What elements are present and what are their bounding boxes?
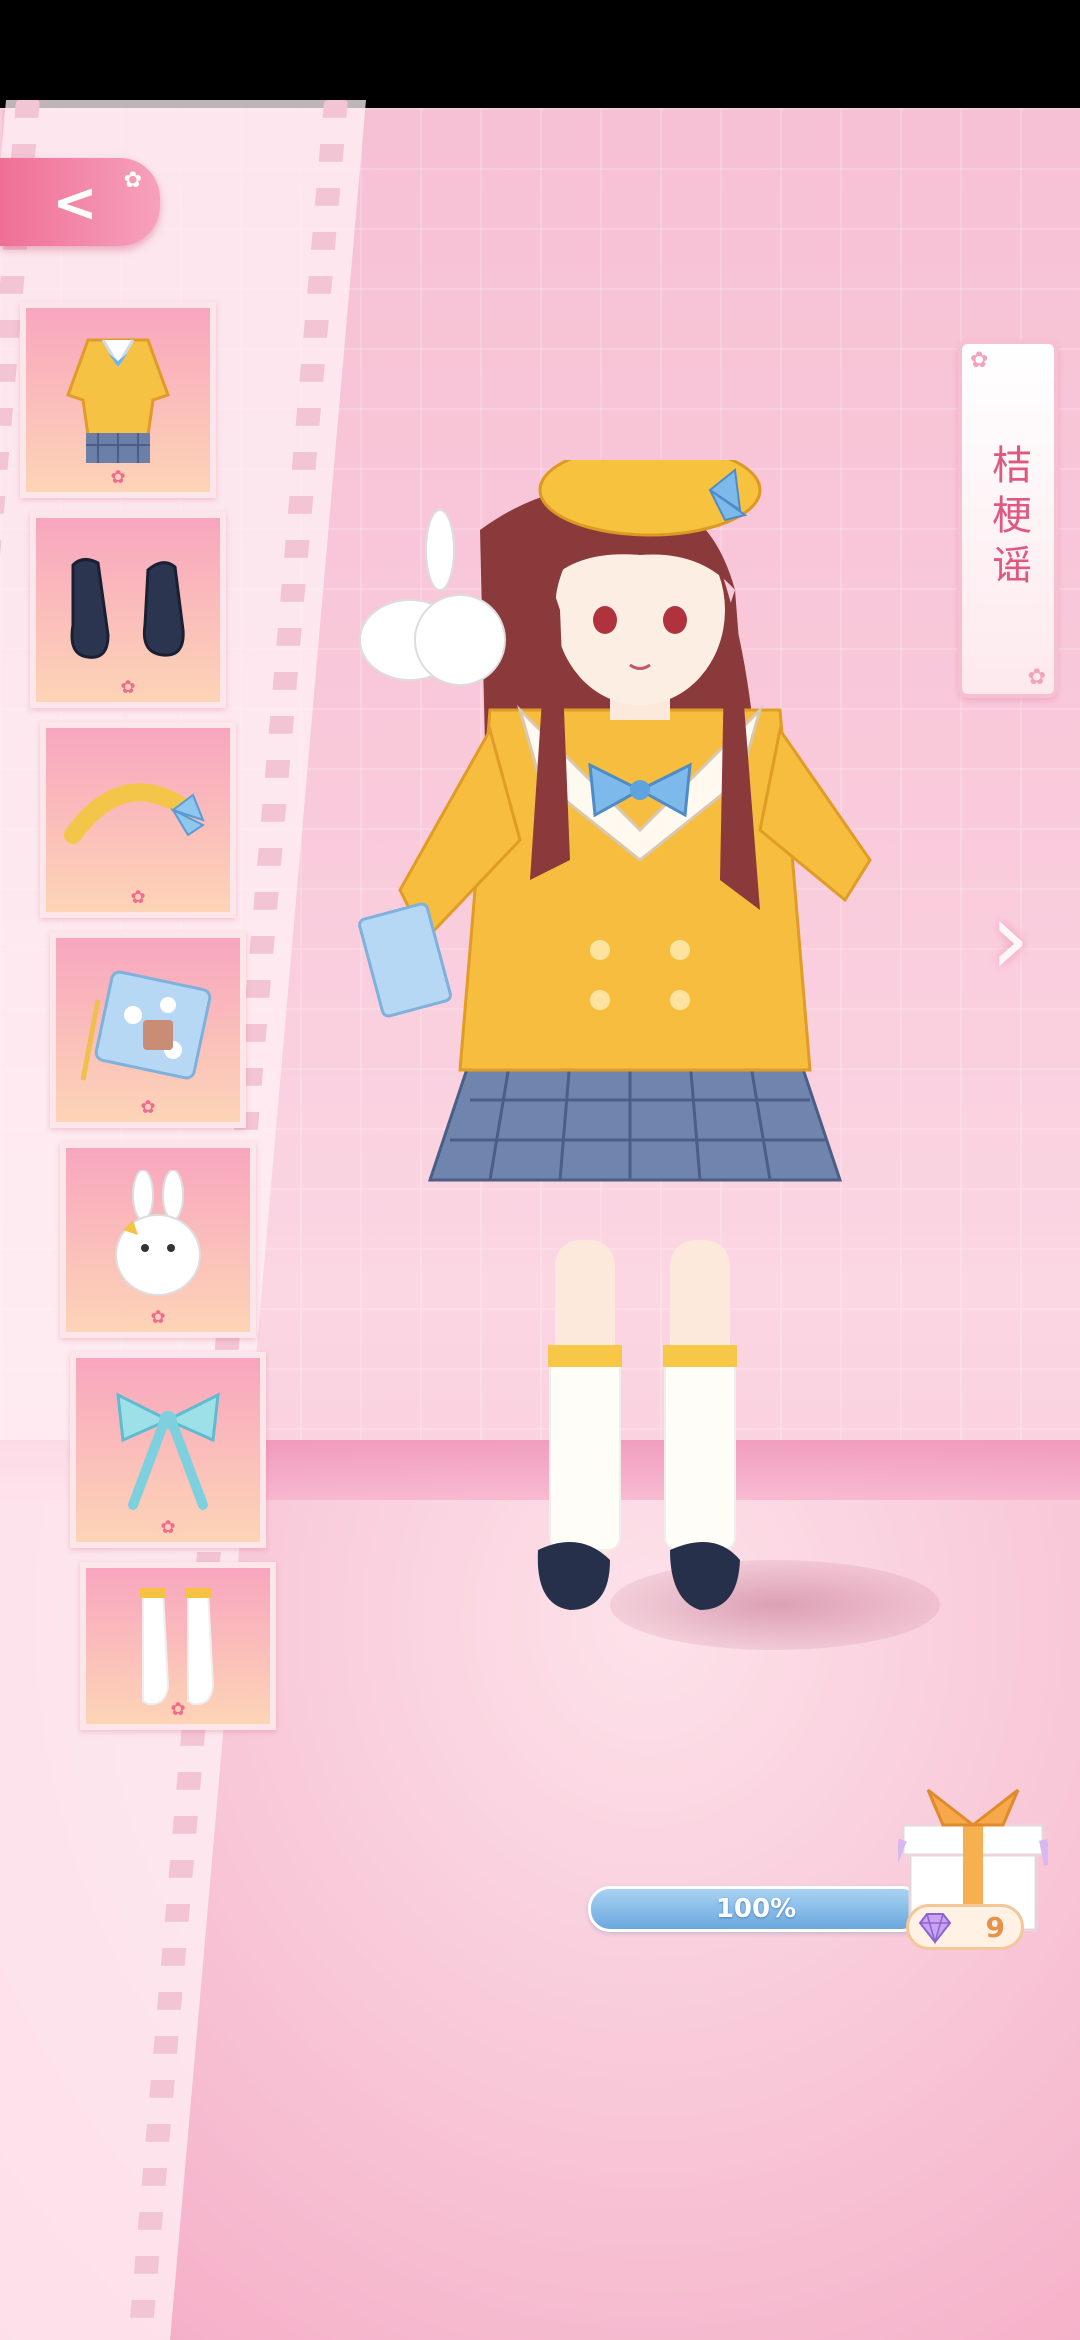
shoes-icon [70, 558, 185, 659]
outfit-icon [66, 338, 170, 463]
wardrobe-item-plush[interactable]: ✿ [60, 1142, 256, 1338]
progress-label: 100% [715, 1894, 797, 1924]
socks-icon [140, 1588, 215, 1706]
rarity-flower: ✿ [120, 677, 136, 698]
bunny-icon [115, 1170, 201, 1296]
flower-icon: ✿ [970, 348, 989, 373]
rarity-flower: ✿ [140, 1097, 156, 1118]
wardrobe-item-outfit[interactable]: ✿ [20, 302, 216, 498]
wardrobe-item-bag[interactable]: ✿ [50, 932, 246, 1128]
headband-icon [64, 783, 205, 844]
gem-icon [918, 1913, 952, 1945]
rarity-flower: ✿ [110, 467, 126, 488]
rarity-flower: ✿ [170, 1699, 186, 1720]
chevron-left-icon: < [52, 170, 98, 234]
completion-progress-bar: 100% [588, 1886, 924, 1932]
flower-icon: ✿ [1027, 665, 1046, 690]
status-bar [0, 0, 1080, 108]
chevron-right-icon[interactable]: › [990, 880, 1030, 997]
rarity-flower: ✿ [150, 1307, 166, 1328]
rarity-flower: ✿ [160, 1517, 176, 1538]
rarity-flower: ✿ [130, 887, 146, 908]
character-name-plate[interactable]: ✿ 桔梗谣 ✿ [958, 340, 1058, 698]
wardrobe-item-bow[interactable]: ✿ [70, 1352, 266, 1548]
gem-reward-badge: 9 [906, 1904, 1024, 1950]
wardrobe-item-headband[interactable]: ✿ [40, 722, 236, 918]
wardrobe-item-shoes[interactable]: ✿ [30, 512, 226, 708]
flower-icon: ✿ [123, 168, 142, 193]
character-avatar[interactable] [340, 460, 940, 1690]
bow-icon [116, 1392, 220, 1510]
wardrobe-item-socks[interactable]: ✿ [80, 1562, 276, 1730]
back-button[interactable]: < ✿ [0, 158, 160, 246]
bag-icon [80, 970, 212, 1081]
gem-count: 9 [985, 1910, 1005, 1944]
character-name: 桔梗谣 [985, 444, 1031, 594]
